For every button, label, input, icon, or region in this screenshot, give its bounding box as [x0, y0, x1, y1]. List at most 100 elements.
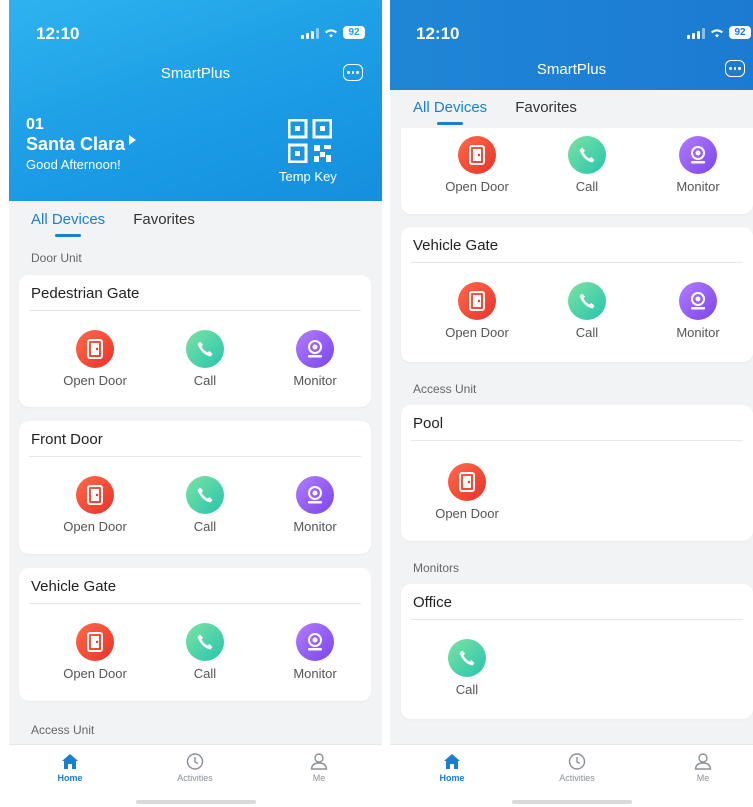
camera-icon [679, 282, 717, 320]
monitor-button[interactable]: Monitor [648, 136, 748, 194]
door-icon [458, 282, 496, 320]
call-label: Call [575, 325, 599, 340]
tab-me-label: Me [696, 773, 710, 783]
call-label: Call [455, 682, 479, 697]
clock-icon [186, 753, 204, 770]
divider [411, 619, 743, 620]
call-label: Call [193, 373, 217, 388]
tab-activities[interactable]: Activities [160, 753, 230, 783]
unit-number: 01 [26, 116, 44, 133]
open-door-label: Open Door [63, 666, 127, 681]
home-header: 12:10 92 SmartPlus 01 Santa Clara Good A… [9, 0, 382, 201]
section-access-unit: Access Unit [413, 382, 477, 396]
device-name: Office [413, 594, 452, 611]
tab-favorites[interactable]: Favorites [515, 99, 577, 116]
phone-icon [186, 476, 224, 514]
tab-activities[interactable]: Activities [542, 753, 612, 783]
door-icon [458, 136, 496, 174]
call-button[interactable]: Call [155, 623, 255, 681]
battery-indicator: 92 [343, 26, 365, 39]
monitor-button[interactable]: Monitor [265, 330, 365, 388]
phone-screen-home-top: 12:10 92 SmartPlus 01 Santa Clara Good A… [9, 0, 382, 807]
home-indicator [511, 800, 632, 804]
open-door-label: Open Door [63, 519, 127, 534]
site-selector[interactable]: Santa Clara [26, 134, 137, 155]
monitor-button[interactable]: Monitor [648, 282, 748, 340]
device-card-front-door-partial: Open Door Call Monitor [401, 128, 753, 214]
phone-icon [448, 639, 486, 677]
open-door-label: Open Door [63, 373, 127, 388]
monitor-button[interactable]: Monitor [265, 623, 365, 681]
chat-icon[interactable] [343, 64, 363, 81]
device-name: Pedestrian Gate [31, 285, 140, 302]
section-door-unit: Door Unit [31, 251, 82, 265]
open-door-button[interactable]: Open Door [45, 476, 145, 534]
phone-icon [568, 282, 606, 320]
device-name: Vehicle Gate [413, 237, 499, 254]
call-button[interactable]: Call [155, 476, 255, 534]
open-door-button[interactable]: Open Door [417, 463, 517, 521]
camera-icon [296, 623, 334, 661]
door-icon [76, 330, 114, 368]
phone-icon [568, 136, 606, 174]
door-icon [76, 623, 114, 661]
device-card-pedestrian-gate: Pedestrian Gate Open Door Call Monitor [19, 275, 371, 407]
phone-icon [186, 330, 224, 368]
status-time: 12:10 [36, 24, 80, 43]
tab-home[interactable]: Home [417, 753, 487, 783]
call-button[interactable]: Call [537, 136, 637, 194]
camera-icon [679, 136, 717, 174]
temp-key-label[interactable]: Temp Key [279, 169, 337, 184]
camera-icon [296, 476, 334, 514]
monitor-label: Monitor [676, 179, 720, 194]
chat-icon[interactable] [725, 60, 745, 77]
status-indicators: 92 [687, 26, 751, 39]
phone-screen-home-scrolled: 12:10 92 SmartPlus All Devices Favorites… [390, 0, 753, 807]
open-door-label: Open Door [445, 179, 509, 194]
divider [29, 456, 361, 457]
monitor-label: Monitor [293, 519, 337, 534]
call-button[interactable]: Call [155, 330, 255, 388]
tab-all-devices[interactable]: All Devices [413, 99, 487, 125]
tab-home-label: Home [57, 773, 83, 783]
open-door-button[interactable]: Open Door [427, 282, 527, 340]
home-icon [444, 754, 460, 769]
tab-activities-label: Activities [177, 773, 213, 783]
open-door-button[interactable]: Open Door [45, 330, 145, 388]
site-name: Santa Clara [26, 134, 126, 154]
device-card-office: Office Call [401, 584, 753, 719]
tab-me[interactable]: Me [668, 753, 738, 783]
device-tabs: All Devices Favorites [31, 211, 195, 237]
device-card-vehicle-gate: Vehicle Gate Open Door Call Monitor [401, 227, 753, 362]
app-title: SmartPlus [536, 61, 607, 78]
app-title: SmartPlus [160, 65, 231, 82]
device-card-pool: Pool Open Door [401, 405, 753, 541]
open-door-label: Open Door [445, 325, 509, 340]
call-button[interactable]: Call [537, 282, 637, 340]
tab-me[interactable]: Me [284, 753, 354, 783]
monitor-label: Monitor [293, 373, 337, 388]
call-button[interactable]: Call [417, 639, 517, 697]
device-name: Vehicle Gate [31, 578, 117, 595]
monitor-button[interactable]: Monitor [265, 476, 365, 534]
home-header-compact: 12:10 92 SmartPlus [390, 0, 753, 90]
wifi-icon [711, 28, 723, 37]
open-door-button[interactable]: Open Door [427, 136, 527, 194]
tab-home[interactable]: Home [35, 753, 105, 783]
signal-icon [301, 27, 319, 39]
section-monitors: Monitors [413, 561, 460, 575]
open-door-button[interactable]: Open Door [45, 623, 145, 681]
divider [411, 262, 743, 263]
home-icon [62, 754, 78, 769]
call-label: Call [193, 519, 217, 534]
tab-favorites[interactable]: Favorites [133, 211, 195, 228]
qr-code-icon[interactable] [288, 119, 332, 163]
home-indicator [135, 800, 256, 804]
device-name: Pool [413, 415, 444, 432]
section-access-unit: Access Unit [31, 723, 95, 737]
tab-all-devices[interactable]: All Devices [31, 211, 105, 237]
camera-icon [296, 330, 334, 368]
bottom-tab-bar: Home Activities Me [390, 744, 753, 807]
person-icon [310, 753, 328, 770]
divider [411, 440, 743, 441]
